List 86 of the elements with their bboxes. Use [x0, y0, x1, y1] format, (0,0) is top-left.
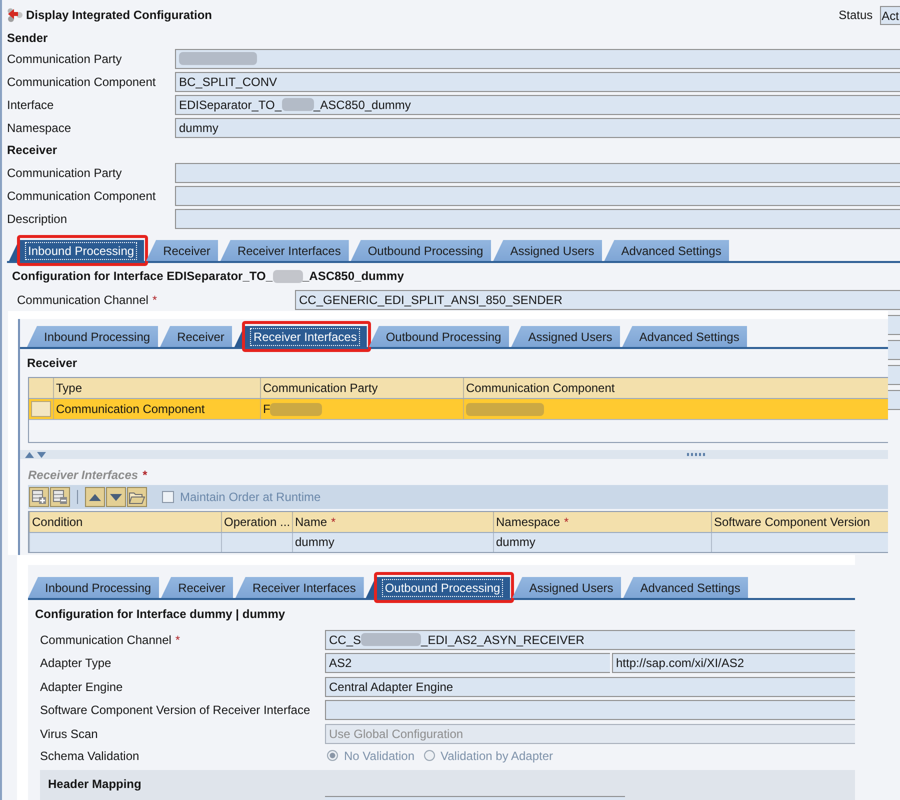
table-cell: dummy	[493, 533, 711, 552]
field-label: Description	[7, 212, 68, 226]
tab[interactable]: Outbound Processing	[350, 240, 492, 261]
table-cell: F	[260, 399, 463, 419]
input-field[interactable]: http://sap.com/xi/XI/AS2	[612, 653, 855, 674]
table-cell: Communication Component	[53, 399, 260, 419]
input-field[interactable]: CC_GENERIC_EDI_SPLIT_ANSI_850_SENDER	[295, 290, 900, 310]
section-heading: Receiver	[7, 142, 58, 159]
tab[interactable]: Inbound Processing	[27, 326, 158, 347]
input-field[interactable]	[325, 700, 855, 720]
input-field[interactable]: BC_SPLIT_CONV	[175, 72, 900, 92]
input-field[interactable]: EDISeparator_TO_ _ASC850_dummy	[175, 94, 900, 114]
status-label: Status	[838, 8, 873, 22]
row-selector[interactable]	[31, 401, 51, 417]
tab[interactable]: Inbound Processing	[28, 577, 160, 598]
input-field[interactable]	[888, 365, 900, 385]
field-label: Namespace	[7, 120, 72, 134]
field-label: Communication Component	[7, 74, 157, 88]
field-label: Virus Scan	[40, 726, 99, 741]
input-field[interactable]	[888, 315, 900, 335]
field-label: Communication Channel *	[40, 632, 182, 647]
tab[interactable]: Assigned Users	[493, 240, 602, 261]
input-field[interactable]	[175, 186, 900, 206]
field-label: Software Component Version of Receiver Interface	[40, 703, 312, 718]
tab[interactable]: Receiver Interfaces	[220, 240, 349, 261]
tab[interactable]: Receiver Interfaces	[235, 577, 364, 598]
input-field[interactable]	[888, 390, 900, 410]
tab[interactable]: Assigned Users	[511, 326, 620, 347]
spheres-arrow-icon	[7, 7, 23, 23]
section-heading: _ASC850_dummy	[302, 269, 404, 283]
section-heading: Configuration for Interface dummy | dummy	[34, 606, 286, 623]
table-header-cell: Software Component Version	[711, 512, 888, 532]
tab[interactable]: Advanced Settings	[604, 240, 730, 261]
section-heading: Receiver	[26, 355, 78, 372]
input-field[interactable]	[888, 340, 900, 360]
insert-row-button[interactable]	[29, 487, 49, 507]
table-plus-icon	[32, 490, 46, 504]
tab[interactable]: Assigned Users	[512, 577, 622, 598]
window-title: Display Integrated Configuration	[26, 8, 212, 22]
tab[interactable]: Outbound Processing	[366, 577, 510, 598]
tab[interactable]: Inbound Processing	[9, 240, 144, 261]
folder-icon	[129, 490, 145, 504]
tab[interactable]: Receiver	[160, 326, 232, 347]
move-down-button[interactable]	[106, 487, 126, 507]
input-field[interactable]	[175, 162, 900, 182]
move-up-button[interactable]	[85, 487, 105, 507]
input-field[interactable]: dummy	[175, 118, 900, 138]
section-heading: Configuration for Interface EDISeparator_TO_	[12, 269, 272, 283]
up-triangle-icon[interactable]	[25, 452, 34, 458]
input-field[interactable]: Central Adapter Engine	[325, 676, 855, 697]
field-label: Adapter Engine	[40, 680, 124, 694]
table-row[interactable]: Communication Component F	[29, 399, 888, 419]
tab[interactable]: Advanced Settings	[623, 577, 748, 598]
field-label: Communication Component	[7, 188, 157, 202]
down-triangle-icon[interactable]	[37, 452, 46, 458]
table-header-cell: Name *	[292, 512, 493, 532]
table-minus-icon	[53, 490, 67, 504]
tab[interactable]: Outbound Processing	[368, 326, 510, 347]
input-field[interactable]	[175, 48, 900, 68]
field-label: Communication Channel *	[17, 293, 158, 307]
field-label: Adapter Type	[40, 656, 112, 670]
up-triangle-icon	[89, 494, 101, 500]
table-header-cell: Namespace *	[493, 512, 711, 532]
field-label: Schema Validation	[40, 748, 140, 762]
section-heading: Sender	[7, 30, 48, 47]
input-field[interactable]: AS2	[325, 653, 610, 674]
status-field[interactable]: Act	[880, 6, 900, 24]
table-header-cell: Condition	[29, 512, 221, 532]
tab[interactable]: Receiver Interfaces	[234, 326, 367, 347]
table-cell: dummy	[292, 533, 493, 552]
field-label: Interface	[7, 98, 55, 112]
field-label: Communication Party	[7, 166, 123, 180]
open-button[interactable]	[127, 487, 147, 507]
grip-dots-icon[interactable]	[687, 453, 705, 456]
tab[interactable]: Advanced Settings	[622, 326, 748, 347]
section-heading: Receiver Interfaces *	[27, 467, 147, 484]
input-field[interactable]	[325, 796, 625, 800]
field-label: Communication Party	[7, 52, 123, 66]
input-field[interactable]	[175, 208, 900, 228]
input-field[interactable]: CC_S _EDI_AS2_ASYN_RECEIVER	[325, 630, 855, 650]
table-header-cell: Operation ...	[221, 512, 292, 532]
tab[interactable]: Receiver	[161, 577, 234, 598]
section-heading: Header Mapping	[47, 776, 142, 792]
delete-row-button[interactable]	[50, 487, 70, 507]
tab[interactable]: Receiver	[146, 240, 218, 261]
down-triangle-icon	[110, 494, 122, 500]
